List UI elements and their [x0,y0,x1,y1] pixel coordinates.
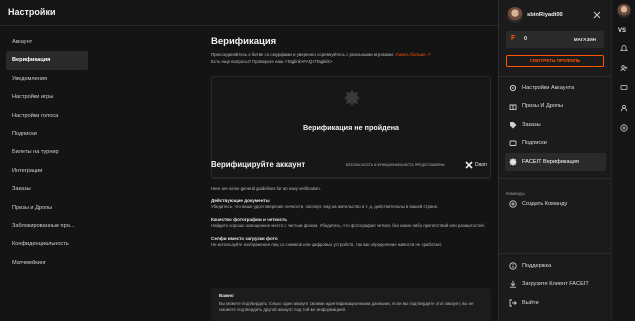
divider [211,177,491,178]
guidelines: Here are some general guidelines for an … [211,186,491,248]
learn-more-link[interactable]: Узнать больше [395,52,426,57]
gift-icon [509,104,517,111]
menu-item-label: Выйти [522,299,539,306]
sidebar-item-privacy[interactable]: Конфиденциальность [6,235,88,253]
account-menu: Настройки Аккаунта Призы И Дропы Заказы … [499,79,612,171]
create-team-button[interactable]: Создать Команду [499,195,612,213]
section-title: Верификация [211,36,277,47]
verify-account-heading: Верифицируйте аккаунт [211,160,306,169]
right-rail: VS [611,0,635,321]
wallet-balance: 0 [524,36,527,42]
sidebar-item-prizes-drops[interactable]: Призы и Дропы [6,199,88,217]
sidebar-item-game-settings[interactable]: Настройки игры [6,88,88,106]
menu-item-orders[interactable]: Заказы [499,116,612,134]
plus-circle-icon [509,200,517,208]
avatar[interactable] [617,4,631,18]
page-title: Настройки [8,7,56,17]
menu-item-logout[interactable]: Выйти [499,294,612,312]
vs-label[interactable]: VS [618,28,626,34]
guideline-text: Не используйте изображения лиц со снимко… [211,242,443,247]
guideline-item: Действующие документы Убедитесь, что ваш… [211,198,491,210]
powered-by-text: БЕЗОПАСНОСТЬ И ФУНКЦИОНАЛЬНОСТЬ ПРЕДОСТА… [346,163,445,167]
subscription-icon [509,140,517,147]
teams-menu: Создать Команду [499,195,612,213]
sidebar-item-tournament-tickets[interactable]: Билеты на турнир [6,143,88,161]
settings-sidebar: Аккаунт Верификация Уведомления Настройк… [6,33,88,272]
sidebar-item-subscriptions[interactable]: Подписки [6,125,88,143]
important-title: Важно [219,293,234,298]
verify-account-header: Верифицируйте аккаунт БЕЗОПАСНОСТЬ И ФУН… [211,160,491,172]
important-text: Вы можете подтвердить только один аккаун… [219,301,474,312]
gear-icon [509,84,517,92]
shop-button[interactable]: МАГАЗИН [574,37,596,42]
menu-item-label: Призы И Дропы [522,103,564,110]
menu-item-label: Загрузите Клиент FACEIT [522,281,589,288]
sidebar-item-integrations[interactable]: Интеграции [6,162,88,180]
menu-item-label: Создать Команду [522,201,568,207]
footer-menu: Поддержка Загрузите Клиент FACEIT Выйти [499,257,612,312]
chat-icon[interactable] [620,84,628,92]
add-circle-icon[interactable] [620,124,628,132]
view-profile-button[interactable]: СМОТРЕТЬ ПРОФИЛЬ [506,55,604,67]
menu-item-label: Настройки Аккаунта [522,85,575,91]
sidebar-item-matchmaking[interactable]: Матчмейкинг [6,254,88,272]
verify-badge-icon [509,157,517,166]
faq-text: Есть еще вопросы? Проверьте наш <Taglink… [211,58,333,64]
sidebar-item-notifications[interactable]: Уведомления [6,70,88,88]
divider [499,253,612,254]
menu-item-label: Подписки [522,140,547,147]
account-dropdown: sbinRiyadi00 F 0 МАГАЗИН СМОТРЕТЬ ПРОФИЛ… [498,0,612,321]
close-icon[interactable] [593,11,601,19]
menu-item-download-client[interactable]: Загрузите Клиент FACEIT [499,275,612,293]
unverified-badge-icon [344,90,360,106]
bell-icon[interactable] [620,44,628,52]
important-notice: Важно Вы можете подтвердить только один … [211,288,491,321]
guideline-item: Качество фотографии и четкость Найдите х… [211,217,491,229]
menu-item-subscriptions[interactable]: Подписки [499,134,612,152]
daon-logo-icon [465,161,473,169]
guideline-text: Убедитесь, что ваше удостоверение личнос… [211,204,439,209]
sidebar-item-orders[interactable]: Заказы [6,180,88,198]
sidebar-item-account[interactable]: Аккаунт [6,33,88,51]
sidebar-item-verification[interactable]: Верификация [6,51,88,70]
party-icon[interactable] [620,64,628,72]
settings-header: Настройки [0,0,498,26]
info-icon [509,262,517,270]
verification-status-label: Верификация не пройдена [302,123,400,132]
guideline-title: Селфи вместо загрузки фото [211,236,278,241]
faceit-points-icon: F [511,35,516,42]
intro-description: Присоединяйтесь к битве со смурфами и ув… [211,52,395,57]
users-icon[interactable] [620,104,628,112]
tag-icon [510,121,517,129]
wallet-bar: F 0 МАГАЗИН [506,31,604,48]
menu-item-label: FACEIT Верификация [522,158,579,165]
guideline-title: Действующие документы [211,198,270,203]
guideline-title: Качество фотографии и четкость [211,217,288,222]
guideline-item: Селфи вместо загрузки фото Не используйт… [211,236,491,248]
sidebar-item-voice-settings[interactable]: Настройки голоса [6,107,88,125]
logout-icon [509,299,517,307]
username[interactable]: sbinRiyadi00 [527,12,563,18]
divider [499,76,612,77]
divider [499,178,612,179]
verification-content: Верификация Присоединяйтесь к битве со с… [211,36,491,321]
guideline-text: Найдите хорошо освещенное место с чистым… [211,223,485,228]
menu-item-support[interactable]: Поддержка [499,257,612,275]
avatar[interactable] [507,7,523,23]
sidebar-item-blocked[interactable]: Заблокированные про... [6,217,88,235]
external-link-icon: ↗ [427,52,431,57]
menu-item-account-settings[interactable]: Настройки Аккаунта [499,79,612,97]
menu-item-faceit-verification[interactable]: FACEIT Верификация [505,152,606,171]
intro-text: Присоединяйтесь к битве со смурфами и ув… [211,52,491,65]
menu-item-label: Поддержка [522,263,552,269]
menu-item-label: Заказы [522,121,541,128]
provider-name: Daon [475,162,487,168]
menu-item-prizes-drops[interactable]: Призы И Дропы [499,97,612,115]
download-icon [510,281,516,289]
guidelines-intro: Here are some general guidelines for an … [211,186,321,191]
